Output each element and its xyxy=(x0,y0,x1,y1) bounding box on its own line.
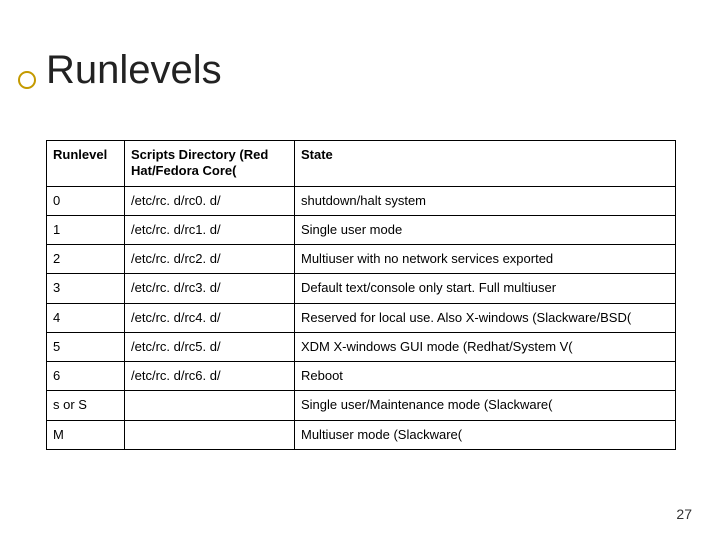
cell-runlevel: 2 xyxy=(47,245,125,274)
cell-state: Single user/Maintenance mode (Slackware( xyxy=(295,391,676,420)
runlevels-table-wrap: Runlevel Scripts Directory (Red Hat/Fedo… xyxy=(46,140,676,450)
table-row: M Multiuser mode (Slackware( xyxy=(47,420,676,449)
cell-scripts: /etc/rc. d/rc0. d/ xyxy=(125,186,295,215)
cell-scripts: /etc/rc. d/rc1. d/ xyxy=(125,215,295,244)
cell-state: Multiuser mode (Slackware( xyxy=(295,420,676,449)
slide-title: Runlevels xyxy=(46,48,222,93)
table-row: 0 /etc/rc. d/rc0. d/ shutdown/halt syste… xyxy=(47,186,676,215)
cell-runlevel: 5 xyxy=(47,332,125,361)
col-header-scripts: Scripts Directory (Red Hat/Fedora Core( xyxy=(125,141,295,187)
page-number: 27 xyxy=(676,506,692,522)
table-header-row: Runlevel Scripts Directory (Red Hat/Fedo… xyxy=(47,141,676,187)
cell-scripts xyxy=(125,391,295,420)
cell-runlevel: 4 xyxy=(47,303,125,332)
cell-state: XDM X-windows GUI mode (Redhat/System V( xyxy=(295,332,676,361)
bullet-accent-icon xyxy=(18,71,36,89)
cell-state: shutdown/halt system xyxy=(295,186,676,215)
cell-state: Default text/console only start. Full mu… xyxy=(295,274,676,303)
table-row: 6 /etc/rc. d/rc6. d/ Reboot xyxy=(47,362,676,391)
col-header-state: State xyxy=(295,141,676,187)
table-row: 5 /etc/rc. d/rc5. d/ XDM X-windows GUI m… xyxy=(47,332,676,361)
table-row: 3 /etc/rc. d/rc3. d/ Default text/consol… xyxy=(47,274,676,303)
slide: Runlevels Runlevel Scripts Directory (Re… xyxy=(0,0,720,540)
cell-runlevel: 1 xyxy=(47,215,125,244)
runlevels-table: Runlevel Scripts Directory (Red Hat/Fedo… xyxy=(46,140,676,450)
table-row: 4 /etc/rc. d/rc4. d/ Reserved for local … xyxy=(47,303,676,332)
cell-runlevel: s or S xyxy=(47,391,125,420)
cell-scripts: /etc/rc. d/rc4. d/ xyxy=(125,303,295,332)
cell-scripts xyxy=(125,420,295,449)
table-row: 1 /etc/rc. d/rc1. d/ Single user mode xyxy=(47,215,676,244)
cell-state: Multiuser with no network services expor… xyxy=(295,245,676,274)
cell-scripts: /etc/rc. d/rc3. d/ xyxy=(125,274,295,303)
table-row: s or S Single user/Maintenance mode (Sla… xyxy=(47,391,676,420)
col-header-runlevel: Runlevel xyxy=(47,141,125,187)
cell-runlevel: M xyxy=(47,420,125,449)
cell-runlevel: 0 xyxy=(47,186,125,215)
cell-runlevel: 3 xyxy=(47,274,125,303)
cell-runlevel: 6 xyxy=(47,362,125,391)
cell-scripts: /etc/rc. d/rc5. d/ xyxy=(125,332,295,361)
cell-state: Single user mode xyxy=(295,215,676,244)
cell-scripts: /etc/rc. d/rc2. d/ xyxy=(125,245,295,274)
table-row: 2 /etc/rc. d/rc2. d/ Multiuser with no n… xyxy=(47,245,676,274)
cell-state: Reserved for local use. Also X-windows (… xyxy=(295,303,676,332)
cell-scripts: /etc/rc. d/rc6. d/ xyxy=(125,362,295,391)
cell-state: Reboot xyxy=(295,362,676,391)
